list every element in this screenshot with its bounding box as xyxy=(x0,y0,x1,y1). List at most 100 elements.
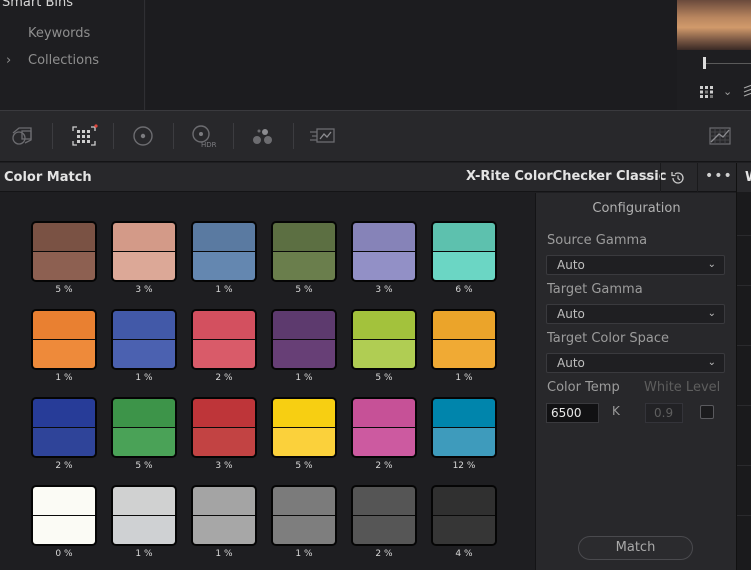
target-color-space-select[interactable]: Auto ⌄ xyxy=(546,353,725,373)
color-patch[interactable] xyxy=(31,397,97,458)
color-temp-input[interactable]: 6500 xyxy=(546,403,599,423)
color-patch[interactable] xyxy=(351,309,417,370)
color-patch[interactable] xyxy=(111,485,177,546)
header-separator xyxy=(660,163,661,192)
color-patch[interactable] xyxy=(111,397,177,458)
patch-target-color xyxy=(353,252,415,280)
adjacent-panel-header: W xyxy=(737,163,751,192)
color-patch[interactable] xyxy=(351,485,417,546)
chevron-down-icon[interactable]: ⌄ xyxy=(723,85,732,98)
grid-view-icon[interactable] xyxy=(700,86,714,98)
chevron-down-icon: ⌄ xyxy=(707,259,716,270)
color-patch[interactable] xyxy=(351,397,417,458)
patch-target-color xyxy=(273,516,335,544)
color-patch[interactable] xyxy=(271,221,337,282)
white-level-checkbox[interactable] xyxy=(700,405,714,419)
color-match-icon[interactable] xyxy=(69,123,99,149)
color-patch[interactable] xyxy=(31,485,97,546)
hdr-wheels-icon[interactable]: HDR xyxy=(188,123,218,149)
patch-source-color xyxy=(193,399,255,427)
divider xyxy=(737,515,751,516)
white-level-label: White Level xyxy=(644,380,721,395)
color-patch[interactable] xyxy=(111,309,177,370)
color-chart-area: 5 % 3 % 1 % 5 % 3 % 6 % 1 % 1 % 2 % 1 % 5 % 1 % 2 % 5… xyxy=(0,193,534,570)
clip-viewer: ⌄ xyxy=(677,0,751,110)
configuration-panel: Configuration Source Gamma Auto ⌄ Target… xyxy=(535,193,736,570)
source-gamma-select[interactable]: Auto ⌄ xyxy=(546,255,725,275)
clip-thumbnail[interactable] xyxy=(677,0,751,50)
color-patch[interactable] xyxy=(271,397,337,458)
color-patch[interactable] xyxy=(431,221,497,282)
divider xyxy=(737,465,751,466)
color-patch[interactable] xyxy=(271,309,337,370)
patch-error-percent: 1 % xyxy=(295,549,313,559)
color-patch[interactable] xyxy=(431,397,497,458)
patch-error-percent: 5 % xyxy=(295,285,313,295)
patch-source-color xyxy=(33,487,95,515)
patch-error-percent: 2 % xyxy=(375,549,393,559)
chevron-down-icon[interactable]: ⌄ xyxy=(642,169,651,182)
color-patch[interactable] xyxy=(191,485,257,546)
panel-title: Color Match xyxy=(4,170,92,185)
chevron-right-icon[interactable]: › xyxy=(6,53,28,68)
top-area: Smart Bins Keywords › Collections ⌄ xyxy=(0,0,751,110)
toolbar-separator xyxy=(293,123,294,149)
smart-bins-panel: Smart Bins Keywords › Collections xyxy=(0,0,145,110)
color-patch[interactable] xyxy=(191,309,257,370)
chart-type-select[interactable]: X-Rite ColorChecker Classic xyxy=(466,169,666,184)
color-match-header: Color Match X-Rite ColorChecker Classic … xyxy=(0,163,736,192)
color-wheels-icon[interactable] xyxy=(128,123,158,149)
layers-icon[interactable] xyxy=(743,84,751,98)
bin-item-keywords[interactable]: Keywords xyxy=(28,26,90,41)
media-pool-area[interactable] xyxy=(146,0,677,110)
scrubber-handle[interactable] xyxy=(703,57,706,69)
patch-source-color xyxy=(353,223,415,251)
toolbar-separator xyxy=(52,123,53,149)
color-patch[interactable] xyxy=(191,397,257,458)
color-patch[interactable] xyxy=(271,485,337,546)
header-separator xyxy=(697,163,698,192)
patch-error-percent: 3 % xyxy=(135,285,153,295)
patch-target-color xyxy=(273,252,335,280)
patch-error-percent: 1 % xyxy=(455,373,473,383)
more-options-icon[interactable]: ••• xyxy=(705,168,733,184)
patch-error-percent: 1 % xyxy=(215,285,233,295)
patch-target-color xyxy=(433,428,495,456)
patch-source-color xyxy=(193,223,255,251)
target-gamma-select[interactable]: Auto ⌄ xyxy=(546,304,725,324)
color-temp-unit: K xyxy=(612,404,620,418)
patch-target-color xyxy=(353,340,415,368)
patch-error-percent: 3 % xyxy=(215,461,233,471)
patch-error-percent: 3 % xyxy=(375,285,393,295)
bin-item-collections[interactable]: › Collections xyxy=(6,53,99,68)
patch-source-color xyxy=(113,223,175,251)
motion-effects-icon[interactable] xyxy=(308,123,338,149)
divider xyxy=(737,235,751,236)
patch-error-percent: 12 % xyxy=(452,461,476,471)
white-level-input[interactable]: 0.9 xyxy=(645,403,683,423)
patch-source-color xyxy=(113,311,175,339)
color-patch[interactable] xyxy=(31,221,97,282)
patch-target-color xyxy=(433,252,495,280)
rgb-mixer-icon[interactable] xyxy=(248,123,278,149)
reset-icon[interactable] xyxy=(670,170,686,186)
match-button[interactable]: Match xyxy=(578,536,693,560)
patch-target-color xyxy=(113,340,175,368)
color-patch[interactable] xyxy=(431,485,497,546)
color-patch[interactable] xyxy=(351,221,417,282)
camera-raw-icon[interactable] xyxy=(8,123,38,149)
patch-error-percent: 5 % xyxy=(295,461,313,471)
scopes-icon[interactable] xyxy=(706,123,736,149)
chevron-down-icon: ⌄ xyxy=(707,357,716,368)
color-patch[interactable] xyxy=(191,221,257,282)
color-patch[interactable] xyxy=(431,309,497,370)
patch-source-color xyxy=(33,399,95,427)
color-patch[interactable] xyxy=(31,309,97,370)
chevron-down-icon: ⌄ xyxy=(707,308,716,319)
color-patch[interactable] xyxy=(111,221,177,282)
patch-source-color xyxy=(193,311,255,339)
patch-target-color xyxy=(273,340,335,368)
scrubber-track[interactable] xyxy=(703,63,751,64)
toolbar-separator xyxy=(233,123,234,149)
patch-source-color xyxy=(113,399,175,427)
